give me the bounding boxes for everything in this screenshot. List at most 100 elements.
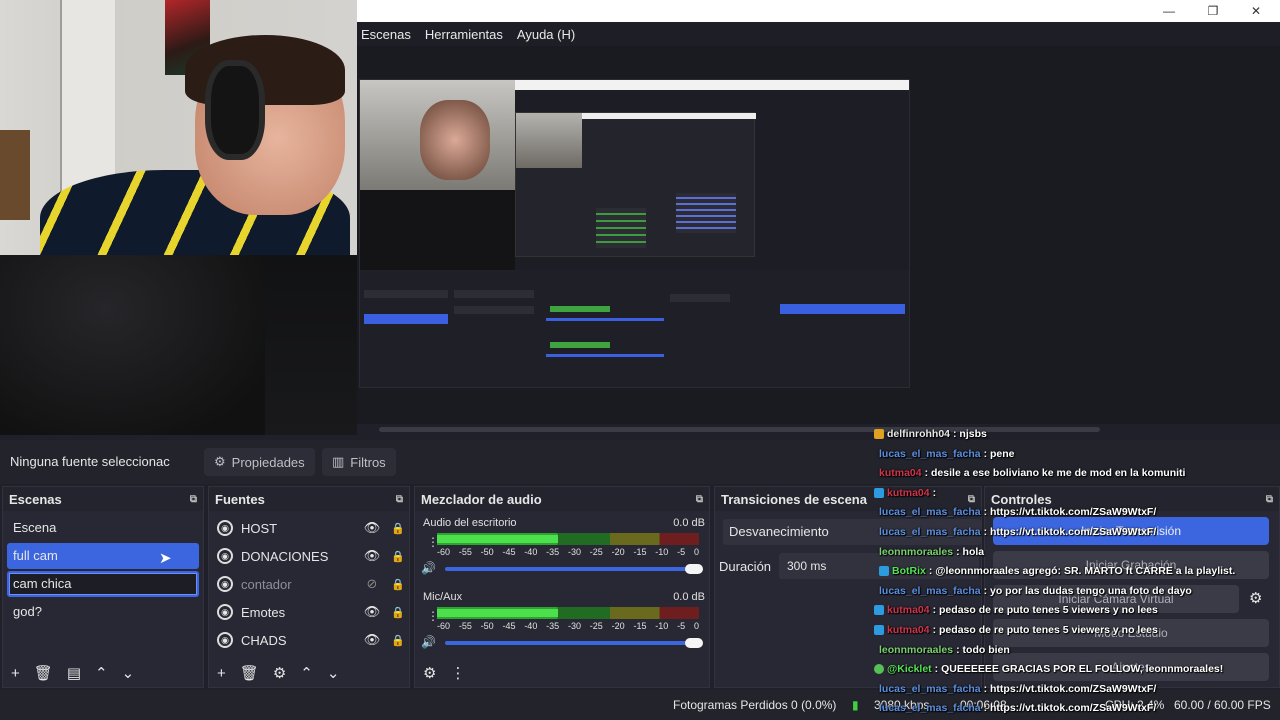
filter-icon: ▥: [332, 454, 345, 469]
nested-mixer: [596, 208, 646, 248]
lock-icon[interactable]: 🔒: [391, 634, 405, 647]
source-name: Emotes: [241, 604, 286, 620]
tick-label: -20: [611, 547, 625, 557]
scene-filter-icon[interactable]: ▤: [67, 664, 81, 682]
chat-username: kutma04: [887, 624, 930, 636]
tick-label: 0: [693, 621, 699, 631]
scene-item-editing[interactable]: cam chica: [7, 571, 199, 597]
undock-icon[interactable]: ⧉: [190, 494, 197, 505]
tick-label: -10: [655, 547, 669, 557]
signal-icon: ▮: [852, 698, 859, 712]
mixer-channel-desktop: Audio del escritorio 0.0 dB: [423, 515, 705, 531]
visibility-eye-icon[interactable]: 👁: [363, 548, 381, 564]
add-icon[interactable]: +: [11, 665, 20, 682]
mixer-channel-mic: Mic/Aux 0.0 dB: [423, 589, 705, 605]
sources-dock-header: Fuentes ⧉: [209, 487, 409, 511]
move-down-icon[interactable]: ⌄: [122, 664, 135, 682]
speaker-icon[interactable]: 🔊: [421, 635, 436, 649]
volume-slider-handle[interactable]: [685, 564, 703, 574]
tick-label: -20: [611, 621, 625, 631]
tick-label: -50: [480, 547, 494, 557]
chat-text: : pene: [983, 448, 1015, 460]
lock-icon[interactable]: 🔒: [391, 606, 405, 619]
badge-icon: [874, 664, 884, 674]
menu-escenas[interactable]: Escenas: [361, 27, 411, 42]
filters-button[interactable]: ▥ Filtros: [322, 448, 396, 476]
volume-slider[interactable]: [445, 567, 699, 571]
mixer-toolbar: ⚙ ⋮: [415, 659, 709, 687]
visibility-eye-icon[interactable]: 👁: [363, 520, 381, 536]
move-up-icon[interactable]: ⌃: [300, 664, 313, 682]
source-item[interactable]: ◉ HOST 👁 🔒: [213, 515, 405, 541]
move-down-icon[interactable]: ⌄: [327, 664, 340, 682]
chat-username: lucas_el_mas_facha: [879, 683, 981, 695]
advanced-audio-icon[interactable]: ⚙: [423, 664, 436, 682]
move-up-icon[interactable]: ⌃: [95, 664, 108, 682]
nested-volume: [546, 354, 664, 357]
lock-icon[interactable]: 🔒: [391, 522, 405, 535]
tick-label: -25: [589, 547, 603, 557]
visibility-eye-icon[interactable]: 👁: [363, 604, 381, 620]
preview-webcam-image: [360, 80, 515, 190]
scene-rename-input[interactable]: cam chica: [9, 573, 197, 595]
scenes-dock-header: Escenas ⧉: [3, 487, 203, 511]
lock-icon[interactable]: 🔒: [391, 578, 405, 591]
source-item[interactable]: ◉ Emotes 👁 🔒: [213, 599, 405, 625]
volume-slider[interactable]: [445, 641, 699, 645]
chat-message: kutma04: pedaso de re puto tenes 5 viewe…: [874, 621, 1158, 639]
volume-slider-handle[interactable]: [685, 638, 703, 648]
browser-source-icon: ◉: [217, 604, 233, 620]
maximize-button[interactable]: ❐: [1198, 2, 1228, 20]
scene-item[interactable]: Escena: [7, 515, 199, 541]
hidden-eye-icon[interactable]: ⊘: [363, 576, 381, 592]
tick-label: -30: [567, 621, 581, 631]
undock-icon[interactable]: ⧉: [696, 494, 703, 505]
preview-canvas[interactable]: [359, 79, 910, 388]
speaker-icon[interactable]: 🔊: [421, 561, 436, 575]
trash-icon[interactable]: 🗑: [240, 664, 259, 682]
chat-username: @Kicklet: [887, 663, 932, 675]
chat-text: : desile a ese boliviano ke me de mod en…: [924, 467, 1186, 479]
chat-username: lucas_el_mas_facha: [879, 526, 981, 538]
chat-username: kutma04: [887, 487, 930, 499]
chat-message: lucas_el_mas_facha: https://vt.tiktok.co…: [879, 699, 1156, 717]
menu-ayuda[interactable]: Ayuda (H): [517, 27, 575, 42]
filters-label: Filtros: [350, 454, 386, 470]
source-item[interactable]: ◉ DONACIONES 👁 🔒: [213, 543, 405, 569]
scenes-title: Escenas: [9, 491, 62, 507]
gear-icon[interactable]: ⚙: [273, 664, 286, 682]
chat-message: BotRix: @leonnmoraales agregó: SR. MARTO…: [879, 562, 1235, 580]
tick-label: -10: [655, 621, 669, 631]
properties-button[interactable]: ⚙ Propiedades: [204, 448, 315, 476]
chat-text: : QUEEEEEE GRACIAS POR EL FOLLOW, leonnm…: [934, 663, 1224, 675]
scene-item[interactable]: god?: [7, 599, 199, 625]
chat-message: leonnmoraales: hola: [879, 543, 984, 561]
chat-message: lucas_el_mas_facha: https://vt.tiktok.co…: [879, 680, 1156, 698]
kebab-menu-icon[interactable]: ⋮: [450, 664, 465, 682]
source-item-hidden[interactable]: ◉ contador ⊘ 🔒: [213, 571, 405, 597]
chat-text: : yo por las dudas tengo una foto de day…: [983, 585, 1192, 597]
source-item[interactable]: ◉ CHADS 👁 🔒: [213, 627, 405, 653]
channel-db: 0.0 dB: [673, 517, 705, 529]
tick-label: -50: [480, 621, 494, 631]
chat-username: lucas_el_mas_facha: [879, 702, 981, 714]
visibility-eye-icon[interactable]: 👁: [363, 632, 381, 648]
chat-username: kutma04: [887, 604, 930, 616]
webcam-door: [60, 0, 115, 200]
audio-meter: [437, 607, 699, 619]
nested-dock-row: [454, 306, 534, 314]
tick-label: -15: [633, 547, 647, 557]
menu-herramientas[interactable]: Herramientas: [425, 27, 503, 42]
minimize-button[interactable]: —: [1154, 2, 1184, 20]
browser-source-icon: ◉: [217, 520, 233, 536]
undock-icon[interactable]: ⧉: [396, 494, 403, 505]
tick-label: -45: [502, 621, 516, 631]
tick-label: -5: [677, 621, 686, 631]
webcam-lower-shadow: [0, 255, 265, 435]
channel-name: Mic/Aux: [423, 591, 463, 603]
scene-list: Escena full cam cam chica god?: [3, 511, 203, 625]
add-icon[interactable]: +: [217, 665, 226, 682]
lock-icon[interactable]: 🔒: [391, 550, 405, 563]
trash-icon[interactable]: 🗑: [34, 664, 53, 682]
close-button[interactable]: ✕: [1241, 2, 1271, 20]
